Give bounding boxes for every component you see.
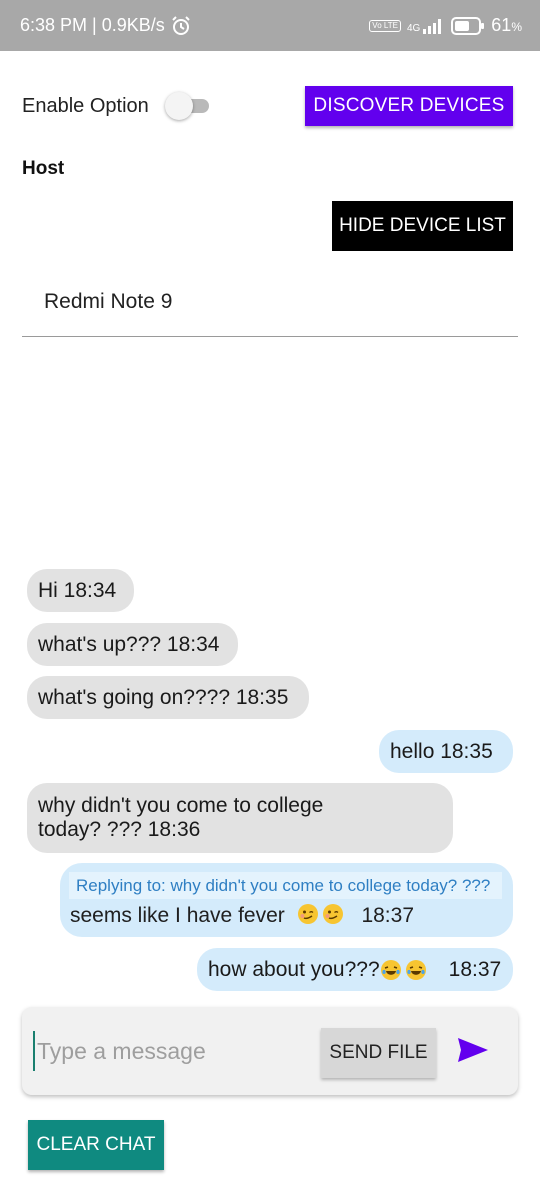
switch-thumb: [164, 92, 193, 120]
clear-chat-button[interactable]: CLEAR CHAT: [28, 1120, 164, 1170]
battery-level: 61%: [491, 15, 522, 35]
discover-devices-button[interactable]: DISCOVER DEVICES: [305, 86, 513, 126]
message-line: why didn't you come to college: [38, 794, 324, 817]
message-bubble-incoming[interactable]: what's up??? 18:34: [27, 623, 238, 666]
status-bar: 6:38 PM | 0.9KB/s Vo LTE 4G 61%: [0, 0, 540, 51]
message-bubble-reply[interactable]: Replying to: why didn't you come to coll…: [60, 863, 513, 937]
message-line: today? ??? 18:36: [38, 818, 201, 841]
message-bubble-incoming[interactable]: why didn't you come to college today? ??…: [27, 783, 453, 853]
hide-device-list-button[interactable]: HIDE DEVICE LIST: [332, 201, 513, 251]
message-bubble-outgoing[interactable]: how about you??? 18:37: [197, 948, 513, 991]
battery-icon: [451, 16, 485, 35]
message-text: how about you???: [208, 957, 380, 981]
alarm-clock-icon: [171, 15, 191, 36]
signal-icon: 4G: [407, 18, 445, 34]
enable-option-label: Enable Option: [22, 94, 149, 117]
send-file-button[interactable]: SEND FILE: [321, 1028, 436, 1078]
tears-of-joy-emoji-icon: [380, 959, 402, 981]
enable-option-switch[interactable]: [164, 92, 209, 120]
message-composer: SEND FILE: [22, 1007, 518, 1095]
device-list-item[interactable]: Redmi Note 9: [44, 290, 172, 314]
reply-quote: Replying to: why didn't you come to coll…: [69, 872, 502, 899]
host-label: Host: [22, 158, 65, 179]
status-time: 6:38 PM | 0.9KB/s: [20, 15, 165, 35]
network-type: 4G: [406, 22, 421, 34]
reply-message-text: seems like I have fever 18:37: [70, 903, 415, 927]
message-bubble-incoming[interactable]: Hi 18:34: [27, 569, 134, 612]
message-bubble-outgoing[interactable]: hello 18:35: [379, 730, 513, 773]
woozy-face-emoji-icon: [322, 903, 344, 925]
send-arrow-icon[interactable]: [456, 1037, 490, 1065]
message-time: 18:37: [448, 957, 502, 981]
message-bubble-incoming[interactable]: what's going on???? 18:35: [27, 676, 309, 719]
message-input[interactable]: [33, 1031, 313, 1071]
tears-of-joy-emoji-icon: [405, 959, 427, 981]
device-list-divider: [22, 336, 518, 337]
volte-icon: Vo LTE: [369, 19, 401, 32]
woozy-face-emoji-icon: [297, 903, 319, 925]
